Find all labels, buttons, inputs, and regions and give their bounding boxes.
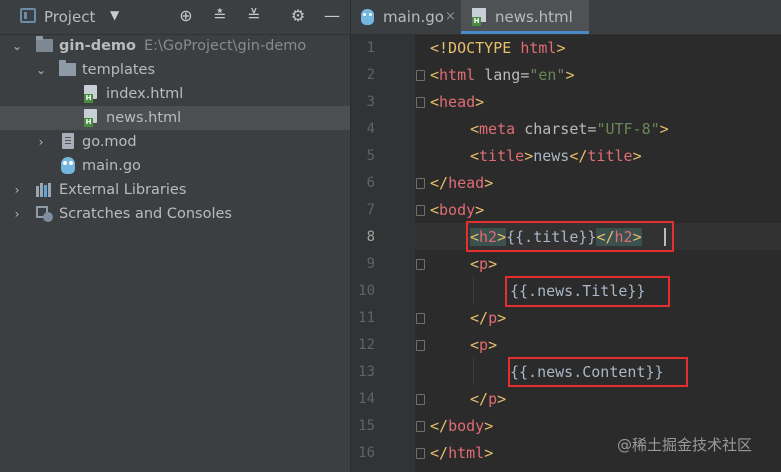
- line-number: 5: [366, 148, 375, 164]
- line-number: 6: [366, 175, 375, 191]
- tree-item-templates[interactable]: ⌄ templates: [0, 58, 350, 82]
- code-line-12[interactable]: <p>: [470, 332, 497, 359]
- tree-item-index-html[interactable]: H index.html: [0, 82, 350, 106]
- code-line-16[interactable]: </html>: [430, 440, 493, 467]
- tree-item-label: main.go: [82, 158, 141, 174]
- tree-item-label: Scratches and Consoles: [59, 206, 232, 222]
- code-line-11[interactable]: </p>: [470, 305, 506, 332]
- indent-guide: [473, 276, 474, 304]
- tab-news-html[interactable]: H news.html: [461, 0, 589, 34]
- code-line-2[interactable]: <html lang="en">: [430, 62, 575, 89]
- gear-icon[interactable]: ⚙: [288, 6, 308, 26]
- project-panel-header: Project ▼ ⊕ ≛ ≚ ⚙ —: [0, 0, 350, 35]
- expand-all-icon[interactable]: ≛: [210, 6, 230, 26]
- editor-tabs: main.go × H news.html: [351, 0, 781, 35]
- folder-icon: [36, 36, 53, 52]
- html-file-icon: H: [84, 85, 98, 103]
- line-number: 16: [358, 445, 375, 461]
- code-line-14[interactable]: </p>: [470, 386, 506, 413]
- project-icon: [20, 8, 36, 23]
- tree-item-label: templates: [82, 62, 156, 78]
- minimize-icon[interactable]: —: [322, 6, 342, 26]
- code-line-7[interactable]: <body>: [430, 197, 484, 224]
- library-icon: [36, 183, 54, 197]
- chevron-right-icon[interactable]: ›: [34, 130, 48, 154]
- line-number: 1: [366, 40, 375, 56]
- code-line-6[interactable]: </head>: [430, 170, 493, 197]
- tree-item-news-html[interactable]: H news.html: [0, 106, 350, 130]
- fold-marker-icon[interactable]: [416, 340, 425, 351]
- chevron-right-icon[interactable]: ›: [10, 202, 24, 226]
- line-number: 2: [366, 67, 375, 83]
- go-file-icon: [361, 9, 374, 25]
- collapse-all-icon[interactable]: ≚: [244, 6, 264, 26]
- folder-icon: [59, 60, 76, 76]
- project-root-name: gin-demo: [59, 38, 136, 54]
- mod-file-icon: [62, 133, 74, 149]
- indent-guide: [473, 357, 474, 385]
- fold-marker-icon[interactable]: [416, 259, 425, 270]
- fold-marker-icon[interactable]: [416, 421, 425, 432]
- fold-marker-icon[interactable]: [416, 205, 425, 216]
- line-number: 4: [366, 121, 375, 137]
- tree-item-label: go.mod: [82, 134, 137, 150]
- tree-item-external-libraries[interactable]: › External Libraries: [0, 178, 350, 202]
- tree-item-label: index.html: [106, 86, 184, 102]
- line-number: 10: [358, 283, 375, 299]
- line-number: 3: [366, 94, 375, 110]
- tree-item-gin-demo[interactable]: ⌄ gin-demo E:\GoProject\gin-demo: [0, 34, 350, 58]
- line-number-current: 8: [366, 229, 375, 245]
- project-root-path: E:\GoProject\gin-demo: [143, 38, 307, 54]
- line-number: 11: [358, 310, 375, 326]
- line-number: 15: [358, 418, 375, 434]
- fold-marker-icon[interactable]: [416, 70, 425, 81]
- fold-marker-icon[interactable]: [416, 97, 425, 108]
- code-line-1[interactable]: <!DOCTYPE html>: [430, 35, 565, 62]
- fold-marker-icon[interactable]: [416, 448, 425, 459]
- chevron-down-icon[interactable]: ⌄: [34, 58, 48, 82]
- fold-marker-icon[interactable]: [416, 394, 425, 405]
- watermark: @稀土掘金技术社区: [617, 436, 753, 454]
- project-panel-title[interactable]: Project: [44, 8, 95, 26]
- tab-label: main.go: [383, 8, 444, 26]
- tree-item-label: External Libraries: [59, 182, 187, 198]
- chevron-down-icon[interactable]: ⌄: [10, 34, 24, 58]
- line-number: 7: [366, 202, 375, 218]
- go-file-icon: [61, 157, 75, 174]
- code-line-9[interactable]: <p>: [470, 251, 497, 278]
- tree-item-label: news.html: [106, 110, 182, 126]
- line-number: 13: [358, 364, 375, 380]
- caret-down-icon[interactable]: ▼: [110, 8, 119, 22]
- line-number: 9: [366, 256, 375, 272]
- html-file-icon: H: [84, 109, 98, 127]
- tab-main-go[interactable]: main.go ×: [351, 0, 461, 34]
- line-number: 12: [358, 337, 375, 353]
- chevron-right-icon[interactable]: ›: [10, 178, 24, 202]
- code-line-15[interactable]: </body>: [430, 413, 493, 440]
- tree-item-scratches[interactable]: › Scratches and Consoles: [0, 202, 350, 226]
- code-line-4[interactable]: <meta charset="UTF-8">: [470, 116, 669, 143]
- fold-marker-icon[interactable]: [416, 313, 425, 324]
- annotation-box-line-13: [508, 357, 688, 387]
- line-number: 14: [358, 391, 375, 407]
- annotation-box-line-10: [505, 276, 670, 307]
- tab-label: news.html: [495, 8, 573, 26]
- locate-icon[interactable]: ⊕: [176, 6, 196, 26]
- code-line-5[interactable]: <title>news</title>: [470, 143, 642, 170]
- tree-item-main-go[interactable]: main.go: [0, 154, 350, 178]
- tree-item-go-mod[interactable]: › go.mod: [0, 130, 350, 154]
- annotation-box-line-8: [466, 221, 674, 252]
- scratches-icon: [36, 206, 54, 222]
- html-file-icon: H: [472, 8, 487, 26]
- fold-marker-icon[interactable]: [416, 178, 425, 189]
- code-line-3[interactable]: <head>: [430, 89, 484, 116]
- close-icon[interactable]: ×: [445, 0, 456, 34]
